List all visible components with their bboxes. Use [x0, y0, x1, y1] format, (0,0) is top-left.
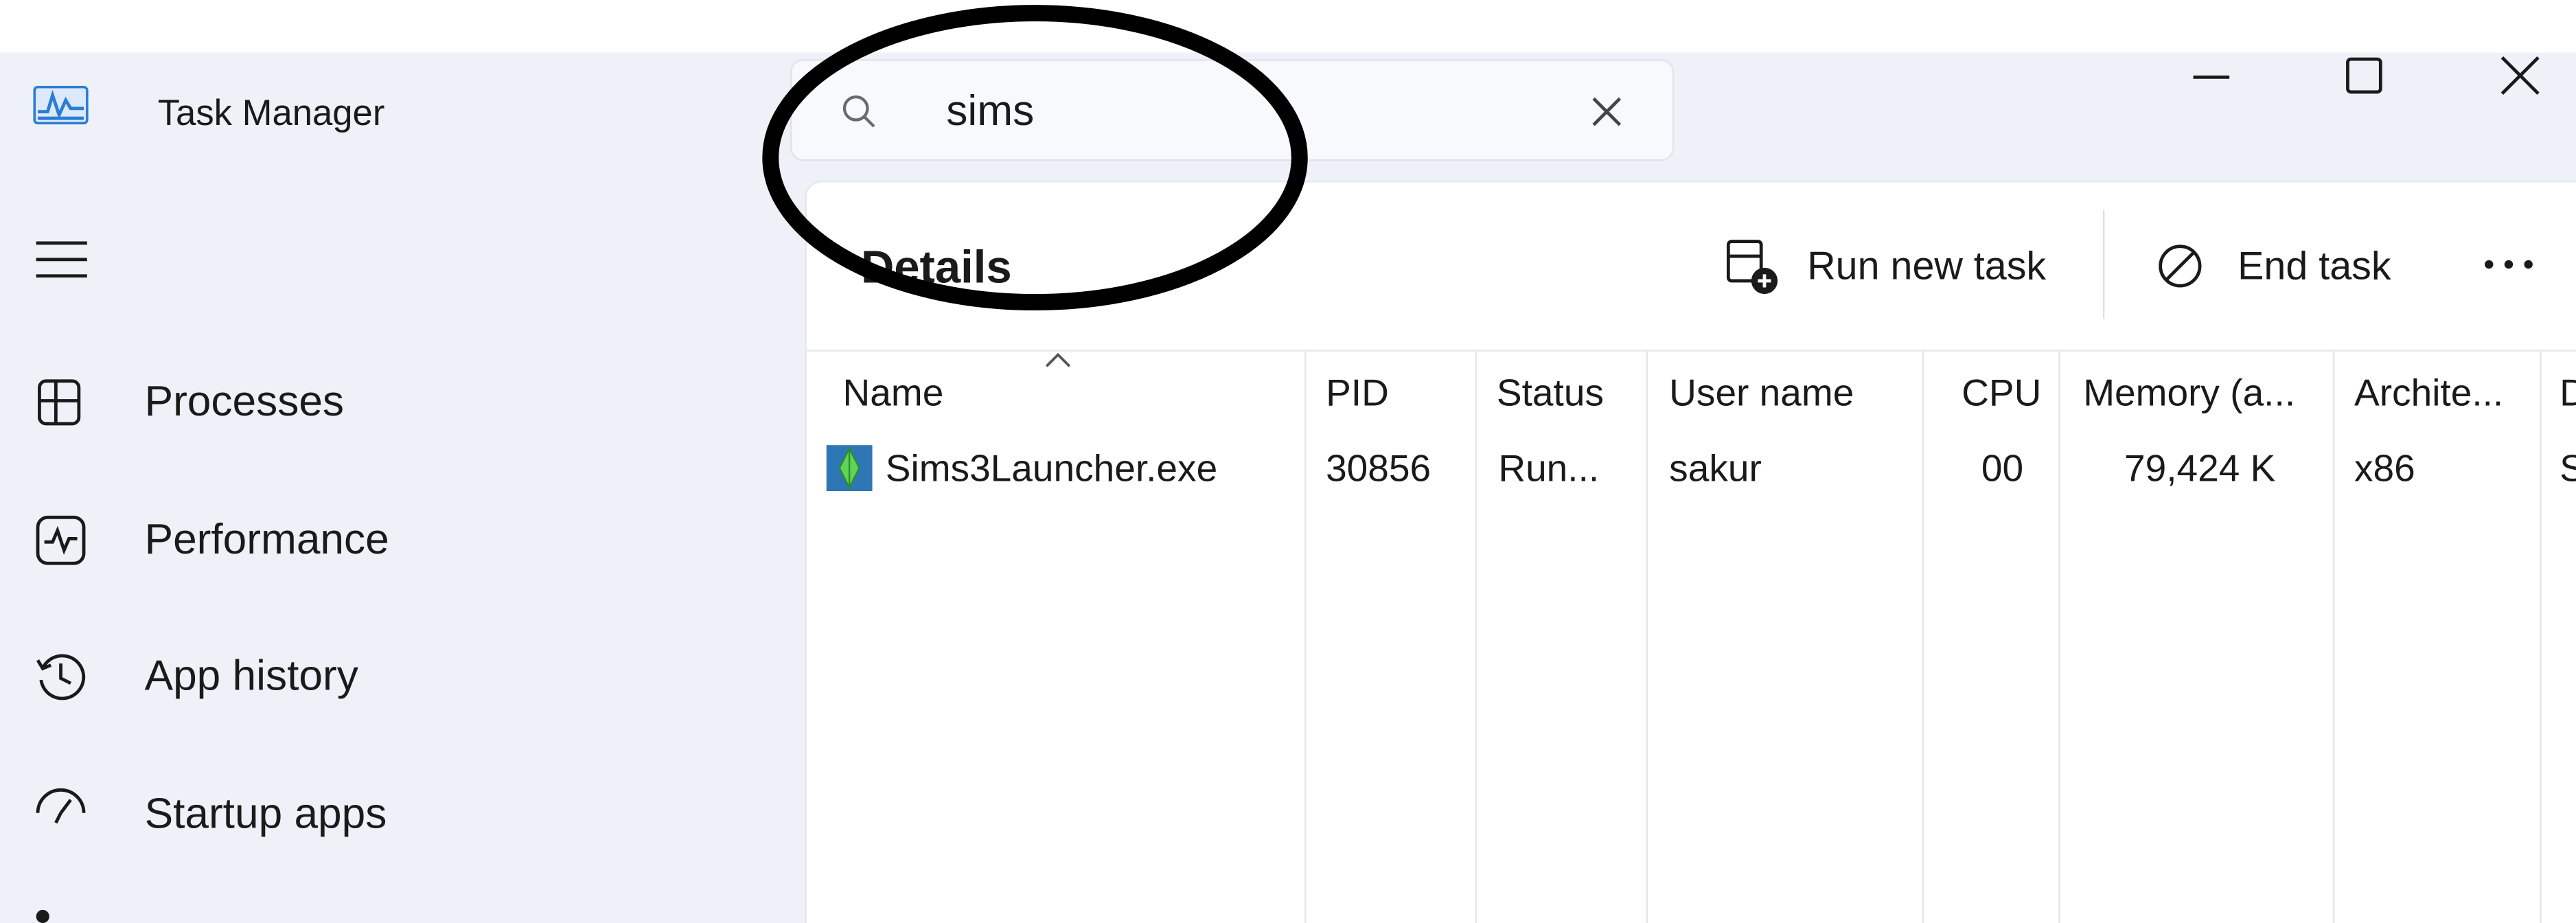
column-divider — [2540, 351, 2542, 923]
cell-user-name: sakur — [1669, 446, 1762, 490]
sidebar-next-item-partial — [36, 909, 49, 923]
sidebar-item-label: App history — [144, 650, 358, 700]
window-title: Task Manager — [157, 91, 385, 133]
sidebar-item-label: Startup apps — [144, 788, 387, 838]
clear-search-icon[interactable] — [1587, 92, 1626, 131]
end-task-label: End task — [2238, 244, 2391, 289]
column-divider — [2058, 351, 2060, 923]
close-button[interactable] — [2481, 49, 2556, 115]
column-header-status[interactable]: Status — [1497, 371, 1604, 415]
cell-pid: 30856 — [1326, 446, 1431, 490]
cell-memory: 79,424 K — [2124, 446, 2276, 490]
column-header-description[interactable]: D — [2560, 371, 2576, 415]
run-new-task-label: Run new task — [1807, 244, 2047, 289]
sidebar-item-label: Performance — [144, 514, 389, 564]
column-divider — [1304, 351, 1307, 923]
page-title: Details — [860, 241, 1012, 293]
column-divider — [2332, 351, 2335, 923]
processes-icon — [38, 379, 81, 426]
column-header-memory[interactable]: Memory (a... — [2083, 371, 2295, 415]
column-header-cpu[interactable]: CPU — [1962, 371, 2041, 415]
search-icon — [842, 95, 875, 128]
search-box[interactable] — [790, 59, 1675, 161]
column-header-user-name[interactable]: User name — [1669, 371, 1854, 415]
performance-icon — [36, 515, 86, 565]
sidebar-item-startup-apps[interactable]: Startup apps — [0, 764, 772, 862]
column-divider — [1646, 351, 1648, 923]
end-task-icon — [2159, 244, 2202, 288]
sidebar-item-performance[interactable]: Performance — [0, 490, 772, 588]
sidebar-item-processes[interactable]: Processes — [0, 352, 772, 450]
app-history-icon — [36, 654, 86, 700]
column-header-pid[interactable]: PID — [1326, 371, 1389, 415]
run-new-task-icon — [1726, 240, 1778, 295]
task-manager-app-icon — [33, 85, 89, 125]
hamburger-menu-icon[interactable] — [33, 235, 92, 284]
cell-cpu: 00 — [1981, 446, 2024, 490]
column-divider — [1922, 351, 1924, 923]
cell-architecture: x86 — [2354, 446, 2415, 490]
run-new-task-button[interactable]: Run new task — [1725, 227, 2071, 309]
toolbar-divider — [2102, 210, 2105, 319]
cell-name: Sims3Launcher.exe — [885, 446, 1218, 490]
screen-top-strip — [0, 0, 2576, 53]
minimize-button[interactable] — [2172, 49, 2247, 115]
column-divider — [1475, 351, 1477, 923]
column-header-architecture[interactable]: Archite... — [2354, 371, 2503, 415]
sidebar-item-app-history[interactable]: App history — [0, 626, 772, 724]
cell-status: Run... — [1498, 446, 1600, 490]
sidebar-item-label: Processes — [144, 376, 345, 426]
sort-ascending-icon — [1045, 352, 1071, 367]
more-options-icon[interactable] — [2474, 240, 2546, 289]
search-input[interactable] — [946, 80, 1538, 140]
cell-description: S — [2560, 446, 2576, 491]
end-task-button[interactable]: End task — [2155, 227, 2402, 309]
startup-apps-icon — [36, 788, 86, 824]
maximize-button[interactable] — [2326, 49, 2402, 115]
column-header-name[interactable]: Name — [843, 371, 944, 415]
sims-launcher-icon — [826, 445, 873, 492]
